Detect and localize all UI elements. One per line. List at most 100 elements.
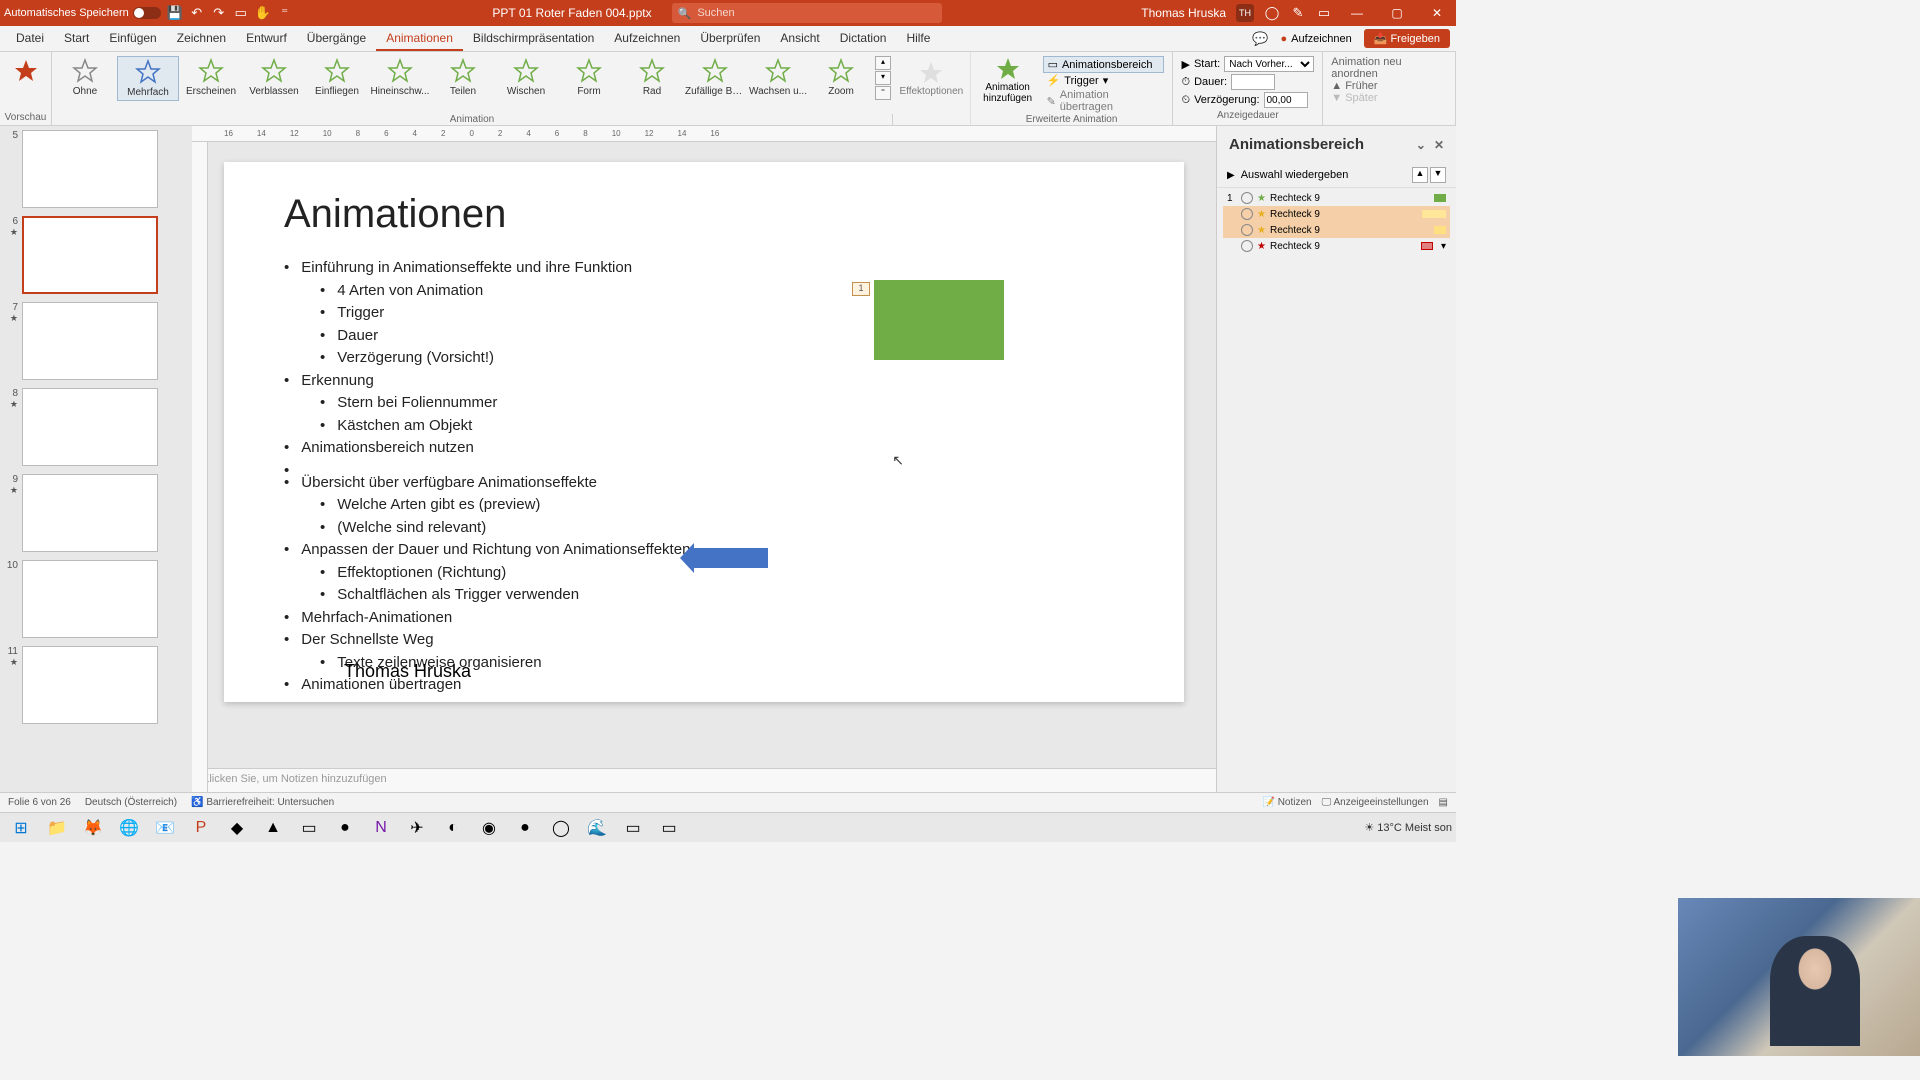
slide-thumb-11[interactable] bbox=[22, 646, 158, 724]
anim-zufällige ba...[interactable]: Zufällige Ba... bbox=[684, 56, 746, 99]
powerpoint-icon[interactable]: P bbox=[184, 814, 218, 842]
vlc-icon[interactable]: ▲ bbox=[256, 814, 290, 842]
play-icon[interactable]: ▶ bbox=[1227, 170, 1235, 181]
touch-icon[interactable]: ✋ bbox=[255, 5, 271, 21]
play-label[interactable]: Auswahl wiedergeben bbox=[1241, 169, 1349, 181]
share-button[interactable]: 📤 Freigeben bbox=[1364, 29, 1450, 48]
record-button[interactable]: ●Aufzeichnen bbox=[1274, 31, 1357, 47]
menu-aufzeichnen[interactable]: Aufzeichnen bbox=[604, 27, 690, 51]
firefox-icon[interactable]: 🦊 bbox=[76, 814, 110, 842]
close-button[interactable]: ✕ bbox=[1422, 3, 1452, 23]
green-rectangle-shape[interactable]: 1 bbox=[874, 280, 1004, 360]
anim-form[interactable]: Form bbox=[558, 56, 620, 99]
notes-button[interactable]: 📝 Notizen bbox=[1262, 797, 1311, 808]
slide-thumb-6[interactable] bbox=[22, 216, 158, 294]
language-indicator[interactable]: Deutsch (Österreich) bbox=[85, 797, 177, 808]
delay-spinner[interactable]: 00,00 bbox=[1264, 92, 1308, 108]
slide-thumb-9[interactable] bbox=[22, 474, 158, 552]
window-icon[interactable]: ▭ bbox=[1316, 5, 1332, 21]
slide-thumb-10[interactable] bbox=[22, 560, 158, 638]
autosave-toggle[interactable]: Automatisches Speichern bbox=[4, 7, 161, 19]
add-animation-button[interactable]: Animation hinzufügen bbox=[979, 56, 1037, 114]
slideshow-icon[interactable]: ▭ bbox=[233, 5, 249, 21]
obs-icon[interactable]: ◉ bbox=[472, 814, 506, 842]
anim-wachsen u...[interactable]: Wachsen u... bbox=[747, 56, 809, 99]
animation-pane-button[interactable]: ▭Animationsbereich bbox=[1043, 56, 1165, 73]
view-normal-icon[interactable]: ▤ bbox=[1439, 797, 1448, 808]
app7-icon[interactable]: ▭ bbox=[616, 814, 650, 842]
display-settings-button[interactable]: 🖵 Anzeigeeinstellungen bbox=[1322, 797, 1429, 808]
preview-star-icon[interactable] bbox=[13, 58, 39, 84]
move-up-button[interactable]: ▲ bbox=[1412, 167, 1428, 183]
anim-hineinschw...[interactable]: Hineinschw... bbox=[369, 56, 431, 99]
app8-icon[interactable]: ▭ bbox=[652, 814, 686, 842]
app2-icon[interactable]: ▭ bbox=[292, 814, 326, 842]
blue-arrow-shape[interactable] bbox=[694, 548, 768, 568]
slide[interactable]: Animationen Einführung in Animationseffe… bbox=[224, 162, 1184, 702]
edge-icon[interactable]: 🌊 bbox=[580, 814, 614, 842]
duration-spinner[interactable] bbox=[1231, 74, 1275, 90]
redo-icon[interactable]: ↷ bbox=[211, 5, 227, 21]
menu-zeichnen[interactable]: Zeichnen bbox=[167, 27, 236, 51]
slide-thumb-8[interactable] bbox=[22, 388, 158, 466]
outlook-icon[interactable]: 📧 bbox=[148, 814, 182, 842]
gallery-more[interactable]: ▴▾⁼ bbox=[875, 56, 891, 100]
anim-rad[interactable]: Rad bbox=[621, 56, 683, 99]
start-button[interactable]: ⊞ bbox=[4, 814, 38, 842]
anim-teilen[interactable]: Teilen bbox=[432, 56, 494, 99]
anim-erscheinen[interactable]: Erscheinen bbox=[180, 56, 242, 99]
reorder-earlier[interactable]: ▲ Früher bbox=[1331, 80, 1447, 92]
anim-entry-0[interactable]: 1★Rechteck 9 bbox=[1223, 190, 1450, 206]
menu-überprüfen[interactable]: Überprüfen bbox=[690, 27, 770, 51]
minimize-button[interactable]: — bbox=[1342, 3, 1372, 23]
anim-wischen[interactable]: Wischen bbox=[495, 56, 557, 99]
app3-icon[interactable]: ● bbox=[328, 814, 362, 842]
menu-animationen[interactable]: Animationen bbox=[376, 27, 463, 51]
app-icon[interactable]: ◆ bbox=[220, 814, 254, 842]
accessibility-indicator[interactable]: ♿ Barrierefreiheit: Untersuchen bbox=[191, 797, 334, 808]
anim-entry-1[interactable]: ★Rechteck 9 bbox=[1223, 206, 1450, 222]
menu-dictation[interactable]: Dictation bbox=[830, 27, 897, 51]
anim-pane-close-icon[interactable]: ✕ bbox=[1434, 138, 1444, 152]
user-avatar[interactable]: TH bbox=[1236, 4, 1254, 22]
anim-einfliegen[interactable]: Einfliegen bbox=[306, 56, 368, 99]
qat-more-icon[interactable]: ⁼ bbox=[277, 5, 293, 21]
weather-widget[interactable]: ☀ 13°C Meist son bbox=[1364, 821, 1452, 834]
menu-bildschirmpräsentation[interactable]: Bildschirmpräsentation bbox=[463, 27, 604, 51]
notes-pane[interactable]: Klicken Sie, um Notizen hinzuzufügen bbox=[192, 768, 1216, 792]
save-icon[interactable]: 💾 bbox=[167, 5, 183, 21]
menu-datei[interactable]: Datei bbox=[6, 27, 54, 51]
trigger-button[interactable]: ⚡Trigger ▾ bbox=[1043, 73, 1165, 88]
move-down-button[interactable]: ▼ bbox=[1430, 167, 1446, 183]
telegram-icon[interactable]: ✈ bbox=[400, 814, 434, 842]
chrome-icon[interactable]: 🌐 bbox=[112, 814, 146, 842]
anim-entry-2[interactable]: ★Rechteck 9 bbox=[1223, 222, 1450, 238]
anim-pane-collapse-icon[interactable]: ⌄ bbox=[1416, 138, 1426, 152]
anim-mehrfach[interactable]: Mehrfach bbox=[117, 56, 179, 101]
slide-author[interactable]: Thomas Hruska bbox=[344, 661, 471, 682]
anim-verblassen[interactable]: Verblassen bbox=[243, 56, 305, 99]
maximize-button[interactable]: ▢ bbox=[1382, 3, 1412, 23]
slide-thumbnails[interactable]: 56★7★8★9★1011★ bbox=[0, 126, 192, 792]
app4-icon[interactable]: ◐ bbox=[436, 814, 470, 842]
app6-icon[interactable]: ◯ bbox=[544, 814, 578, 842]
explorer-icon[interactable]: 📁 bbox=[40, 814, 74, 842]
menu-übergänge[interactable]: Übergänge bbox=[297, 27, 376, 51]
menu-entwurf[interactable]: Entwurf bbox=[236, 27, 297, 51]
toggle-switch-icon[interactable] bbox=[133, 7, 161, 19]
draw-icon[interactable]: ✎ bbox=[1290, 5, 1306, 21]
cloud-icon[interactable]: ◯ bbox=[1264, 5, 1280, 21]
comments-icon[interactable]: 💬 bbox=[1252, 31, 1268, 47]
slide-title[interactable]: Animationen bbox=[284, 192, 1124, 237]
menu-ansicht[interactable]: Ansicht bbox=[770, 27, 829, 51]
slide-thumb-7[interactable] bbox=[22, 302, 158, 380]
menu-hilfe[interactable]: Hilfe bbox=[896, 27, 940, 51]
slide-thumb-5[interactable] bbox=[22, 130, 158, 208]
anim-ohne[interactable]: Ohne bbox=[54, 56, 116, 99]
anim-entry-3[interactable]: ★Rechteck 9▾ bbox=[1223, 238, 1450, 254]
anim-zoom[interactable]: Zoom bbox=[810, 56, 872, 99]
undo-icon[interactable]: ↶ bbox=[189, 5, 205, 21]
search-box[interactable]: 🔍 Suchen bbox=[672, 3, 942, 23]
animation-tag[interactable]: 1 bbox=[852, 282, 870, 296]
onenote-icon[interactable]: N bbox=[364, 814, 398, 842]
